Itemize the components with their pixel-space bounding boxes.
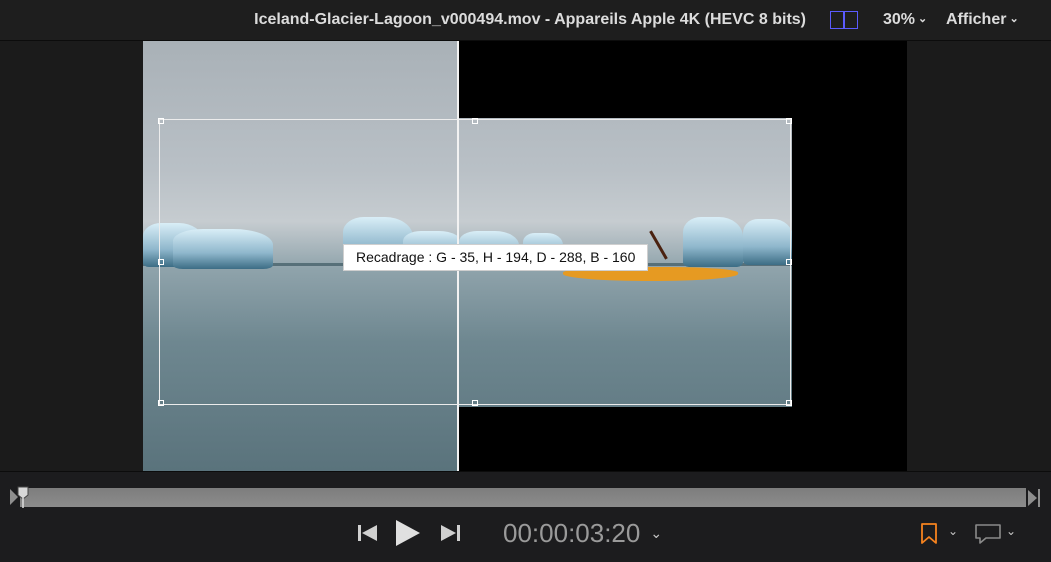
chevron-down-icon[interactable]: ⌄ [948, 524, 958, 538]
crop-handle-top-left[interactable] [158, 118, 164, 124]
clip-title: Iceland-Glacier-Lagoon_v000494.mov - App… [254, 11, 806, 28]
chevron-down-icon: ⌄ [650, 525, 663, 541]
skip-back-icon[interactable] [356, 516, 380, 550]
playhead-icon[interactable] [17, 486, 29, 508]
crop-handle-top-right[interactable] [786, 118, 792, 124]
timeline-scrubber[interactable] [20, 488, 1026, 507]
view-menu-label: Afficher [946, 11, 1007, 28]
chevron-down-icon: ⌄ [1009, 13, 1019, 25]
crop-handle-bottom-left[interactable] [158, 400, 164, 406]
timecode-display[interactable]: 00:00:03:20 ⌄ [503, 518, 662, 549]
crop-handle-bottom[interactable] [472, 400, 478, 406]
zoom-menu[interactable]: 30% ⌄ [883, 11, 927, 29]
crop-handle-right[interactable] [786, 259, 792, 265]
marker-flag-icon[interactable] [919, 522, 939, 546]
crop-handle-bottom-right[interactable] [786, 400, 792, 406]
crop-handle-top[interactable] [472, 118, 478, 124]
skip-forward-icon[interactable] [438, 516, 462, 550]
comment-icon[interactable] [974, 522, 1002, 546]
range-end-marker-icon[interactable] [1028, 489, 1042, 507]
zoom-level: 30% [883, 11, 916, 28]
viewer-header: Iceland-Glacier-Lagoon_v000494.mov - App… [0, 0, 1051, 41]
split-compare-icon[interactable] [830, 11, 858, 29]
play-icon[interactable] [393, 516, 423, 550]
timecode-value: 00:00:03:20 [503, 518, 641, 548]
crop-values-readout: Recadrage : G - 35, H - 194, D - 288, B … [343, 244, 649, 271]
crop-handle-left[interactable] [158, 259, 164, 265]
chevron-down-icon[interactable]: ⌄ [1006, 524, 1016, 538]
chevron-down-icon: ⌄ [918, 13, 928, 25]
view-menu[interactable]: Afficher ⌄ [946, 11, 1019, 29]
